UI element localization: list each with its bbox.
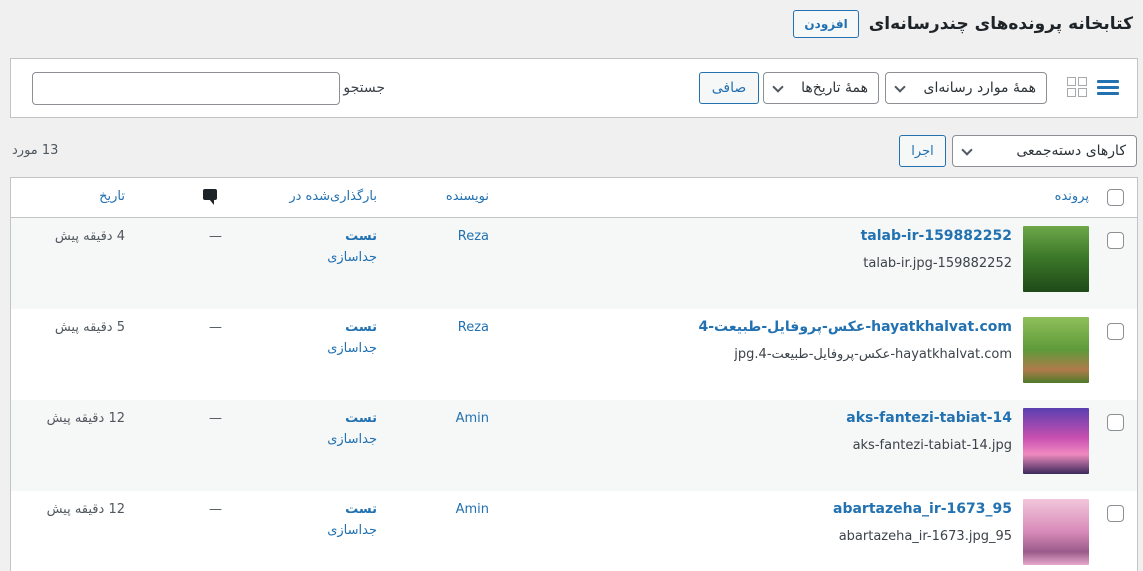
list-view-icon[interactable] (1097, 76, 1119, 98)
column-date[interactable]: تاریخ (99, 189, 125, 204)
table-row: abartazeha_ir-1673_95 abartazeha_ir-1673… (11, 491, 1137, 571)
chevron-down-icon (772, 81, 784, 93)
comment-count: — (209, 229, 222, 244)
media-filename: aks-fantezi-tabiat-14.jpg (852, 438, 1012, 453)
uploaded-to-link[interactable]: تست (345, 411, 377, 426)
media-title[interactable]: hayatkhalvat.com-عکس-پروفایل-طبیعت-4 (698, 319, 1012, 335)
media-filename: hayatkhalvat.com-عکس-پروفایل-طبیعت-4.jpg (734, 347, 1012, 362)
page-title: کتابخانه پرونده‌های چندرسانه‌ای (868, 14, 1133, 34)
table-row: talab-ir-159882252 talab-ir.jpg-15988225… (11, 218, 1137, 309)
chevron-down-icon (961, 144, 973, 156)
page-header: کتابخانه پرونده‌های چندرسانه‌ای افزودن (793, 10, 1133, 38)
media-filename: abartazeha_ir-1673.jpg_95 (838, 529, 1012, 544)
column-author: نویسنده (445, 189, 489, 204)
detach-link[interactable]: جداسازی (327, 341, 377, 356)
chevron-down-icon (894, 81, 906, 93)
detach-link[interactable]: جداسازی (327, 250, 377, 265)
row-checkbox[interactable] (1107, 323, 1124, 340)
uploaded-to-link[interactable]: تست (345, 229, 377, 244)
date-filter-value: همهٔ تاریخ‌ها (801, 80, 868, 96)
item-count: 13 مورد (12, 143, 59, 158)
upload-date: 4 دقیقه پیش (54, 229, 125, 244)
media-title[interactable]: aks-fantezi-tabiat-14 (846, 410, 1012, 426)
uploaded-to-link[interactable]: تست (345, 320, 377, 335)
uploaded-to-link[interactable]: تست (345, 502, 377, 517)
media-filename: talab-ir.jpg-159882252 (863, 256, 1012, 271)
table-row: aks-fantezi-tabiat-14 aks-fantezi-tabiat… (11, 400, 1137, 491)
row-checkbox[interactable] (1107, 414, 1124, 431)
table-row: hayatkhalvat.com-عکس-پروفایل-طبیعت-4 hay… (11, 309, 1137, 400)
comment-count: — (209, 411, 222, 426)
row-checkbox[interactable] (1107, 505, 1124, 522)
add-new-button[interactable]: افزودن (793, 10, 859, 38)
select-all-checkbox[interactable] (1107, 189, 1124, 206)
media-thumbnail[interactable] (1023, 226, 1089, 292)
media-table: پرونده نویسنده بارگذاری‌شده در تاریخ tal… (10, 177, 1138, 571)
media-thumbnail[interactable] (1023, 317, 1089, 383)
media-title[interactable]: abartazeha_ir-1673_95 (833, 501, 1012, 517)
upload-date: 5 دقیقه پیش (54, 320, 125, 335)
upload-date: 12 دقیقه پیش (46, 502, 125, 517)
bulk-actions-select[interactable]: کارهای دسته‌جمعی (952, 135, 1137, 167)
column-uploaded-to[interactable]: بارگذاری‌شده در (289, 189, 377, 204)
detach-link[interactable]: جداسازی (327, 432, 377, 447)
column-file[interactable]: پرونده (1055, 189, 1089, 204)
author-link[interactable]: Amin (456, 411, 489, 426)
author-link[interactable]: Reza (458, 229, 489, 244)
grid-view-icon[interactable] (1067, 77, 1087, 97)
media-toolbar: همهٔ موارد رسانه‌ای همهٔ تاریخ‌ها صافی ج… (10, 58, 1138, 118)
table-header: پرونده نویسنده بارگذاری‌شده در تاریخ (11, 178, 1137, 218)
row-checkbox[interactable] (1107, 232, 1124, 249)
comment-count: — (209, 320, 222, 335)
comment-icon[interactable] (203, 189, 217, 205)
author-link[interactable]: Amin (456, 502, 489, 517)
date-filter-select[interactable]: همهٔ تاریخ‌ها (763, 72, 879, 104)
filter-button[interactable]: صافی (699, 72, 759, 104)
upload-date: 12 دقیقه پیش (46, 411, 125, 426)
apply-button[interactable]: اجرا (899, 135, 946, 167)
media-thumbnail[interactable] (1023, 499, 1089, 565)
comment-count: — (209, 502, 222, 517)
bulk-actions-value: کارهای دسته‌جمعی (1016, 143, 1126, 159)
author-link[interactable]: Reza (458, 320, 489, 335)
media-thumbnail[interactable] (1023, 408, 1089, 474)
detach-link[interactable]: جداسازی (327, 523, 377, 538)
media-type-value: همهٔ موارد رسانه‌ای (923, 80, 1036, 96)
search-label: جستجو (343, 80, 385, 96)
media-title[interactable]: talab-ir-159882252 (861, 228, 1012, 244)
media-type-select[interactable]: همهٔ موارد رسانه‌ای (885, 72, 1047, 104)
search-input[interactable] (32, 72, 340, 105)
